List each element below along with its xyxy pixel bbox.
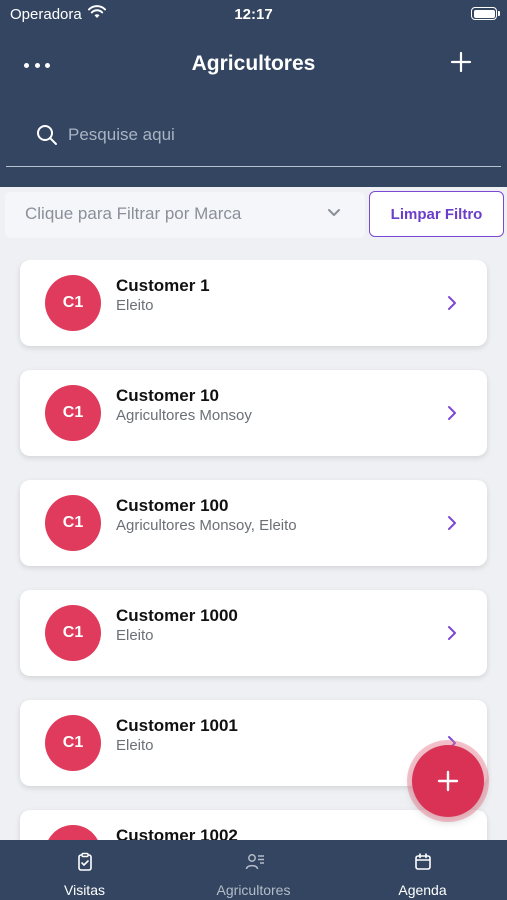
header: Operadora 12:17 Agricultores [0, 0, 507, 187]
avatar: C1 [45, 275, 101, 331]
tab-label: Visitas [64, 882, 105, 898]
customer-group: Agricultores Monsoy, Eleito [116, 517, 297, 534]
chevron-right-icon [448, 406, 456, 420]
customer-group: Eleito [116, 737, 154, 754]
avatar: C1 [45, 715, 101, 771]
customer-card[interactable]: C1 Customer 1002 [20, 810, 487, 840]
bottom-tab-bar: Visitas Agricultores Agenda [0, 840, 507, 900]
page-title: Agricultores [191, 52, 316, 75]
clipboard-icon [77, 852, 92, 871]
tab-agenda[interactable]: Agenda [338, 840, 507, 900]
customer-card[interactable]: C1 Customer 100 Agricultores Monsoy, Ele… [20, 480, 487, 566]
customer-name: Customer 100 [116, 496, 229, 515]
chevron-right-icon [448, 516, 456, 530]
search-input[interactable] [68, 120, 468, 150]
customer-name: Customer 1001 [116, 716, 238, 735]
battery-icon [471, 7, 500, 20]
avatar: C1 [45, 385, 101, 441]
filter-select-text: Clique para Filtrar por Marca [25, 204, 242, 223]
tab-visitas[interactable]: Visitas [0, 840, 169, 900]
customer-card[interactable]: C1 Customer 10 Agricultores Monsoy [20, 370, 487, 456]
chevron-down-icon [328, 209, 340, 216]
calendar-icon [414, 853, 431, 870]
people-list-icon [245, 854, 264, 870]
customer-name: Customer 1 [116, 276, 210, 295]
brand-filter-select[interactable]: Clique para Filtrar por Marca [5, 192, 365, 238]
tab-agricultores[interactable]: Agricultores [169, 840, 338, 900]
chevron-right-icon [448, 296, 456, 310]
floating-add-button[interactable] [412, 745, 484, 817]
customer-group: Eleito [116, 627, 154, 644]
avatar: C1 [45, 605, 101, 661]
customer-name: Customer 1002 [116, 826, 238, 840]
customer-name: Customer 1000 [116, 606, 238, 625]
plus-icon [437, 770, 459, 792]
customer-card[interactable]: C1 Customer 1000 Eleito [20, 590, 487, 676]
avatar: C1 [45, 825, 101, 840]
add-icon[interactable] [449, 50, 473, 74]
customer-card[interactable]: C1 Customer 1 Eleito [20, 260, 487, 346]
search-bar[interactable] [6, 112, 501, 167]
search-icon [37, 125, 57, 145]
avatar: C1 [45, 495, 101, 551]
clear-filter-button[interactable]: Limpar Filtro [369, 191, 504, 237]
customer-name: Customer 10 [116, 386, 219, 405]
status-bar: Operadora 12:17 [0, 0, 507, 28]
customer-group: Agricultores Monsoy [116, 407, 252, 424]
customer-group: Eleito [116, 297, 154, 314]
tab-label: Agricultores [216, 882, 291, 898]
clock: 12:17 [234, 6, 273, 23]
tab-label: Agenda [398, 882, 447, 898]
chevron-right-icon [448, 626, 456, 640]
